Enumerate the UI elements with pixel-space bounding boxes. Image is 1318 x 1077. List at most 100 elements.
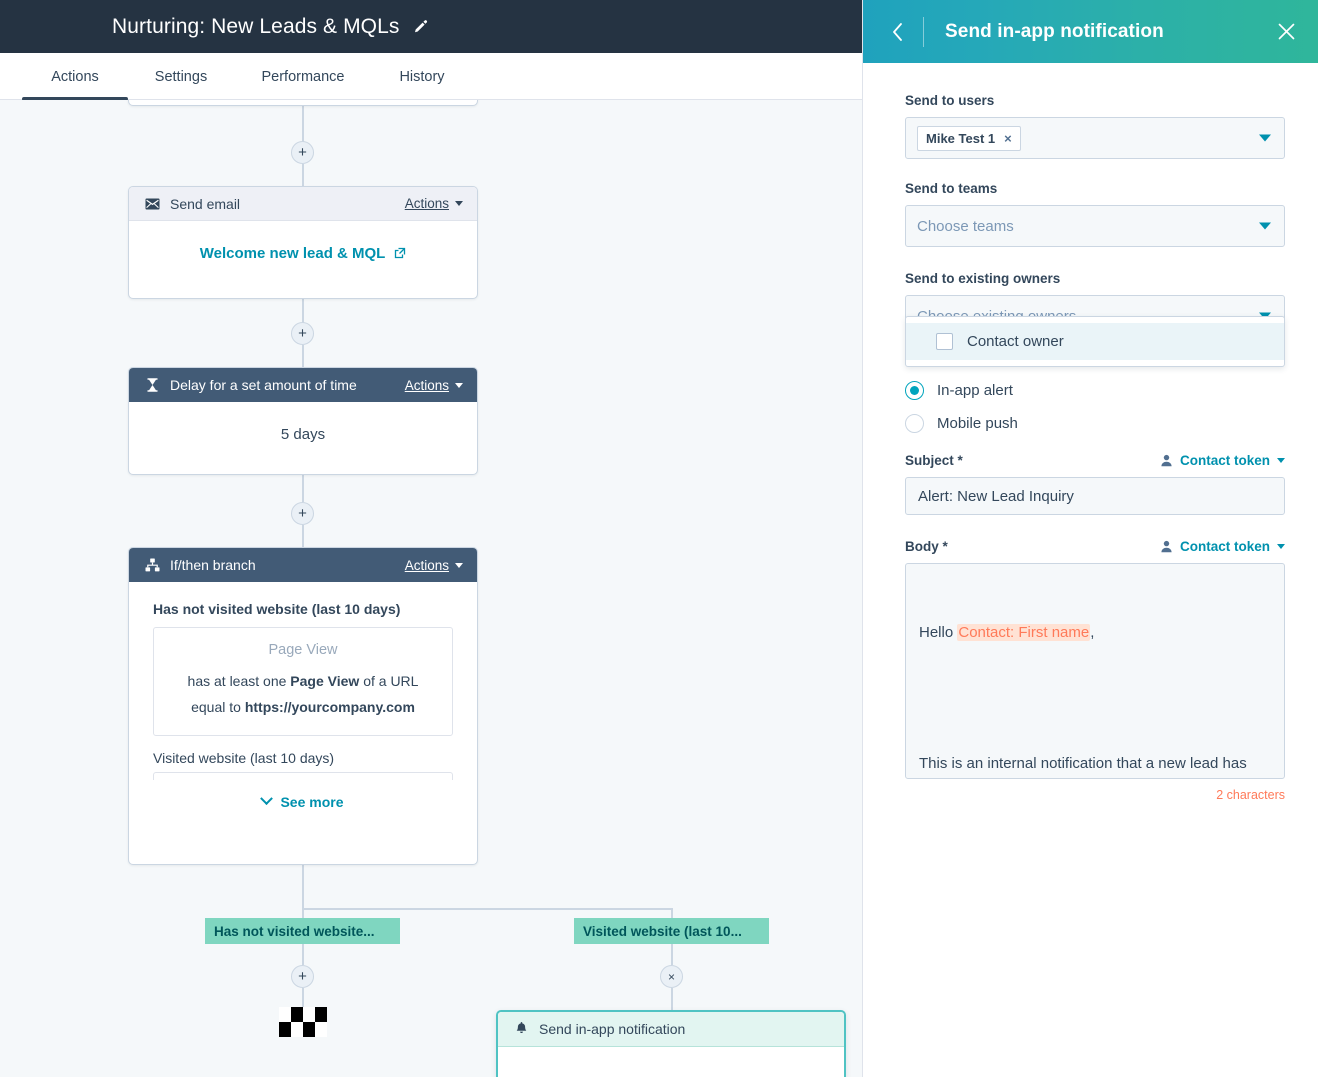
card-send-in-app-notification[interactable]: Send in-app notification [496,1010,846,1077]
close-icon[interactable] [1274,20,1298,44]
condition-line-1-b: Page View [290,673,359,689]
workflow-topbar: Nurturing: New Leads & MQLs [0,0,862,53]
user-chip-mike-test-1[interactable]: Mike Test 1 × [917,126,1021,151]
card-delay-title: Delay for a set amount of time [170,377,405,393]
send-to-users-label: Send to users [905,93,1276,108]
connector-line [302,345,304,367]
character-count: 2 characters [905,788,1285,802]
chevron-left-icon[interactable] [889,23,905,41]
contact-token-icon [1160,540,1173,553]
chevron-down-icon [1277,544,1285,549]
email-asset-label: Welcome new lead & MQL [200,245,385,262]
branch-pill-visited[interactable]: Visited website (last 10... [574,918,769,944]
card-branch-body: Has not visited website (last 10 days) P… [129,582,477,810]
remove-chip-icon[interactable]: × [1004,132,1012,145]
chevron-down-icon [455,383,463,388]
subject-contact-token-menu[interactable]: Contact token [1160,453,1285,468]
card-in-app-title: Send in-app notification [539,1021,830,1037]
body-spacer [919,687,1271,709]
body-hello: Hello [919,624,957,641]
hourglass-icon [143,378,161,392]
body-label-row: Body * Contact token [905,539,1285,554]
user-chip-label: Mike Test 1 [926,131,995,146]
delay-value: 5 days [145,426,461,443]
email-asset-link[interactable]: Welcome new lead & MQL [145,245,461,262]
connector-line [302,106,304,144]
add-step-button-3[interactable]: + [291,502,314,525]
card-delay[interactable]: Delay for a set amount of time Actions 5… [128,367,478,475]
radio-in-app-alert-label: In-app alert [937,382,1013,399]
send-to-teams-select[interactable]: Choose teams [905,205,1285,247]
send-to-teams-value: Choose teams [917,218,1014,235]
panel-body: Send to users Mike Test 1 × Send to team… [863,63,1318,802]
branch-pill-label: Visited website (last 10... [583,924,742,939]
body-label: Body * [905,539,948,554]
see-more-button[interactable]: See more [153,780,453,810]
body-paragraph: This is an internal notification that a … [919,753,1271,779]
body-contact-token-menu[interactable]: Contact token [1160,539,1285,554]
condition-line-2-b: https://yourcompany.com [245,699,415,715]
plus-icon: + [298,145,307,160]
tab-actions[interactable]: Actions [22,53,128,100]
card-delay-body: 5 days [129,402,477,463]
panel-header: Send in-app notification [863,0,1318,63]
radio-mobile-push-control[interactable] [905,414,924,433]
subject-value: Alert: New Lead Inquiry [918,488,1074,505]
send-to-teams-label: Send to teams [905,181,1276,196]
body-token-label: Contact token [1180,539,1270,554]
pencil-icon[interactable] [413,19,429,35]
radio-in-app-alert-control[interactable] [905,381,924,400]
tab-actions-label: Actions [51,69,99,85]
connector-line [302,299,304,323]
chevron-down-icon [455,563,463,568]
card-send-email[interactable]: Send email Actions Welcome new lead & MQ… [128,186,478,299]
card-send-email-title: Send email [170,196,405,212]
condition-object-label: Page View [172,642,434,658]
chevron-down-icon [1277,458,1285,463]
tab-history[interactable]: History [382,53,462,100]
add-step-button-1[interactable]: + [291,141,314,164]
tab-performance[interactable]: Performance [234,53,372,100]
radio-in-app-alert[interactable]: In-app alert [905,381,1276,400]
panel-title: Send in-app notification [945,21,1164,43]
personalization-token: Contact: First name [957,624,1090,641]
subject-input[interactable]: Alert: New Lead Inquiry [905,477,1285,515]
connector-line [302,475,304,502]
send-to-owners-label: Send to existing owners [905,271,1276,286]
branch-condition-box: Page View has at least one Page View of … [153,627,453,736]
envelope-icon [143,198,161,210]
condition-line-1-c: of a URL [359,673,418,689]
branch-condition-box-truncated [153,772,453,780]
card-send-email-header: Send email Actions [129,187,477,221]
radio-mobile-push[interactable]: Mobile push [905,414,1276,433]
card-delay-actions-menu[interactable]: Actions [405,378,463,393]
connector-line [302,988,304,1007]
tab-settings[interactable]: Settings [137,53,225,100]
card-send-email-actions-menu[interactable]: Actions [405,196,463,211]
card-if-then-branch[interactable]: If/then branch Actions Has not visited w… [128,547,478,865]
previous-action-card-partial[interactable] [128,100,478,106]
send-to-users-select[interactable]: Mike Test 1 × [905,117,1285,159]
connector-line [671,944,673,965]
add-step-button-2[interactable]: + [291,322,314,345]
branch-pill-has-not-visited[interactable]: Has not visited website... [205,918,400,944]
body-textarea[interactable]: Hello Contact: First name, This is an in… [905,563,1285,779]
owners-dropdown-menu[interactable]: Contact owner [905,316,1285,367]
card-branch-actions-menu[interactable]: Actions [405,558,463,573]
card-branch-title: If/then branch [170,557,405,573]
see-more-label: See more [280,794,343,810]
remove-step-button-branch-right[interactable]: × [660,965,683,988]
condition-line-2-a: equal to [191,699,245,715]
connector-line [671,988,673,1010]
add-step-button-branch-left[interactable]: + [291,965,314,988]
workflow-editor-screen: Nurturing: New Leads & MQLs Actions Sett… [0,0,1318,1077]
checkbox-contact-owner[interactable] [936,333,953,350]
header-divider [923,17,924,47]
connector-line-horizontal [302,908,673,910]
owners-option-contact-owner[interactable]: Contact owner [906,323,1284,360]
branch-group-2-label: Visited website (last 10 days) [153,750,453,766]
tab-performance-label: Performance [261,69,344,85]
chevron-down-icon [1259,223,1271,230]
actions-label: Actions [405,378,449,393]
condition-line-1-a: has at least one [188,673,291,689]
